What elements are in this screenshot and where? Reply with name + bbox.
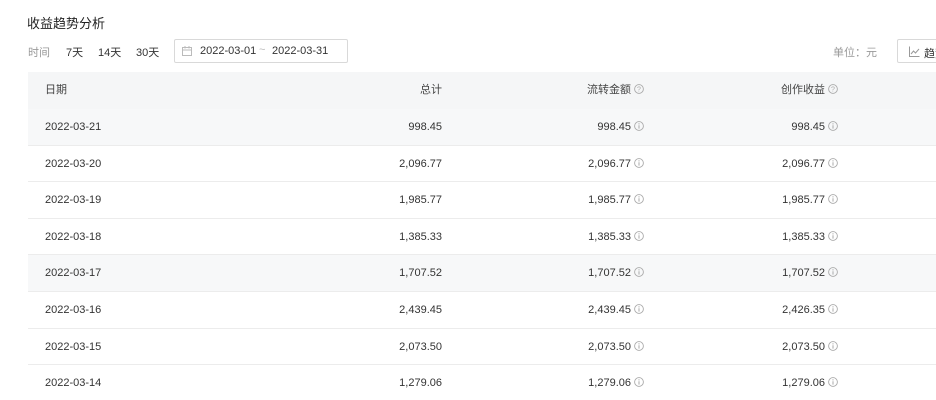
cell-total: 998.45	[408, 121, 442, 133]
help-icon[interactable]: ?	[634, 84, 644, 94]
info-icon[interactable]	[634, 121, 644, 131]
cell-creation: 2,073.50	[782, 329, 838, 365]
col-header-date: 日期	[45, 84, 67, 96]
cell-total: 1,985.77	[399, 194, 442, 207]
cell-creation: 1,707.52	[782, 255, 838, 291]
cell-date: 2022-03-18	[45, 230, 102, 243]
info-icon[interactable]	[634, 231, 644, 241]
trend-chart-icon	[909, 46, 920, 57]
unit-label: 单位：元	[833, 47, 877, 59]
cell-date: 2022-03-14	[45, 377, 102, 390]
info-icon[interactable]	[828, 121, 838, 131]
cell-flow: 2,439.45	[588, 292, 644, 328]
range-30-days[interactable]: 30天	[136, 44, 159, 60]
table-row: 2022-03-18 1,385.33 1,385.33 1,385.33	[28, 219, 936, 256]
cell-total: 1,707.52	[399, 267, 442, 280]
range-7-days[interactable]: 7天	[66, 44, 83, 60]
col-header-creation: 创作收益?	[781, 72, 838, 109]
table-row: 2022-03-16 2,439.45 2,439.45 2,426.35	[28, 292, 936, 329]
info-icon[interactable]	[828, 231, 838, 241]
cell-creation: 2,426.35	[782, 292, 838, 328]
help-icon[interactable]: ?	[828, 84, 838, 94]
info-icon[interactable]	[634, 194, 644, 205]
date-start[interactable]: 2022-03-01	[200, 45, 256, 57]
info-icon[interactable]	[634, 157, 644, 168]
page-title: 收益趋势分析	[27, 16, 106, 31]
cell-creation: 2,096.77	[782, 146, 838, 182]
info-icon[interactable]	[828, 340, 838, 351]
cell-total: 2,073.50	[399, 340, 442, 353]
info-icon[interactable]	[828, 377, 838, 388]
cell-total: 2,439.45	[399, 303, 442, 316]
cell-total: 1,279.06	[399, 377, 442, 390]
table-row: 2022-03-14 1,279.06 1,279.06 1,279.06	[28, 365, 936, 400]
revenue-table: 日期 总计 流转金额? 创作收益? 2022-03-21 998.45 998.45…	[28, 72, 936, 400]
calendar-icon	[182, 46, 192, 56]
cell-flow: 1,279.06	[588, 365, 644, 400]
cell-date: 2022-03-15	[45, 340, 102, 353]
table-row: 2022-03-19 1,985.77 1,985.77 1,985.77	[28, 182, 936, 219]
cell-creation: 1,279.06	[782, 365, 838, 400]
info-icon[interactable]	[828, 194, 838, 205]
cell-flow: 2,073.50	[588, 329, 644, 365]
info-icon[interactable]	[828, 157, 838, 168]
cell-flow: 2,096.77	[588, 146, 644, 182]
trend-button-label: 趋势	[924, 48, 936, 60]
cell-total: 2,096.77	[399, 157, 442, 170]
col-header-flow: 流转金额?	[587, 72, 644, 109]
table-header: 日期 总计 流转金额? 创作收益?	[28, 72, 936, 109]
date-range-picker[interactable]: 2022-03-01 ~ 2022-03-31	[174, 39, 348, 63]
date-separator: ~	[259, 44, 266, 56]
cell-flow: 1,707.52	[588, 255, 644, 291]
cell-date: 2022-03-20	[45, 157, 102, 170]
table-row: 2022-03-20 2,096.77 2,096.77 2,096.77	[28, 146, 936, 183]
table-row: 2022-03-15 2,073.50 2,073.50 2,073.50	[28, 329, 936, 366]
info-icon[interactable]	[634, 377, 644, 388]
cell-date: 2022-03-17	[45, 267, 102, 280]
info-icon[interactable]	[828, 304, 838, 314]
cell-flow: 1,985.77	[588, 182, 644, 218]
range-14-days[interactable]: 14天	[98, 44, 121, 60]
cell-creation: 1,385.33	[782, 219, 838, 255]
cell-flow: 998.45	[597, 109, 644, 145]
trend-button[interactable]: 趋势	[897, 39, 936, 63]
cell-date: 2022-03-21	[45, 121, 102, 133]
cell-date: 2022-03-16	[45, 303, 102, 316]
table-row: 2022-03-17 1,707.52 1,707.52 1,707.52	[28, 255, 936, 292]
cell-flow: 1,385.33	[588, 219, 644, 255]
info-icon[interactable]	[634, 304, 644, 314]
cell-total: 1,385.33	[399, 230, 442, 243]
cell-date: 2022-03-19	[45, 194, 102, 207]
info-icon[interactable]	[634, 340, 644, 351]
svg-text:?: ?	[831, 87, 835, 94]
info-icon[interactable]	[634, 267, 644, 278]
filter-bar: 时间 7天 14天 30天 2022-03-01 ~ 2022-03-31 单位…	[0, 38, 936, 64]
table-row: 2022-03-21 998.45 998.45 998.45	[28, 109, 936, 146]
date-end[interactable]: 2022-03-31	[272, 45, 328, 57]
col-header-total: 总计	[420, 84, 442, 96]
cell-creation: 1,985.77	[782, 182, 838, 218]
time-label: 时间	[28, 47, 50, 59]
cell-creation: 998.45	[791, 109, 838, 145]
info-icon[interactable]	[828, 267, 838, 278]
svg-text:?: ?	[637, 87, 641, 94]
